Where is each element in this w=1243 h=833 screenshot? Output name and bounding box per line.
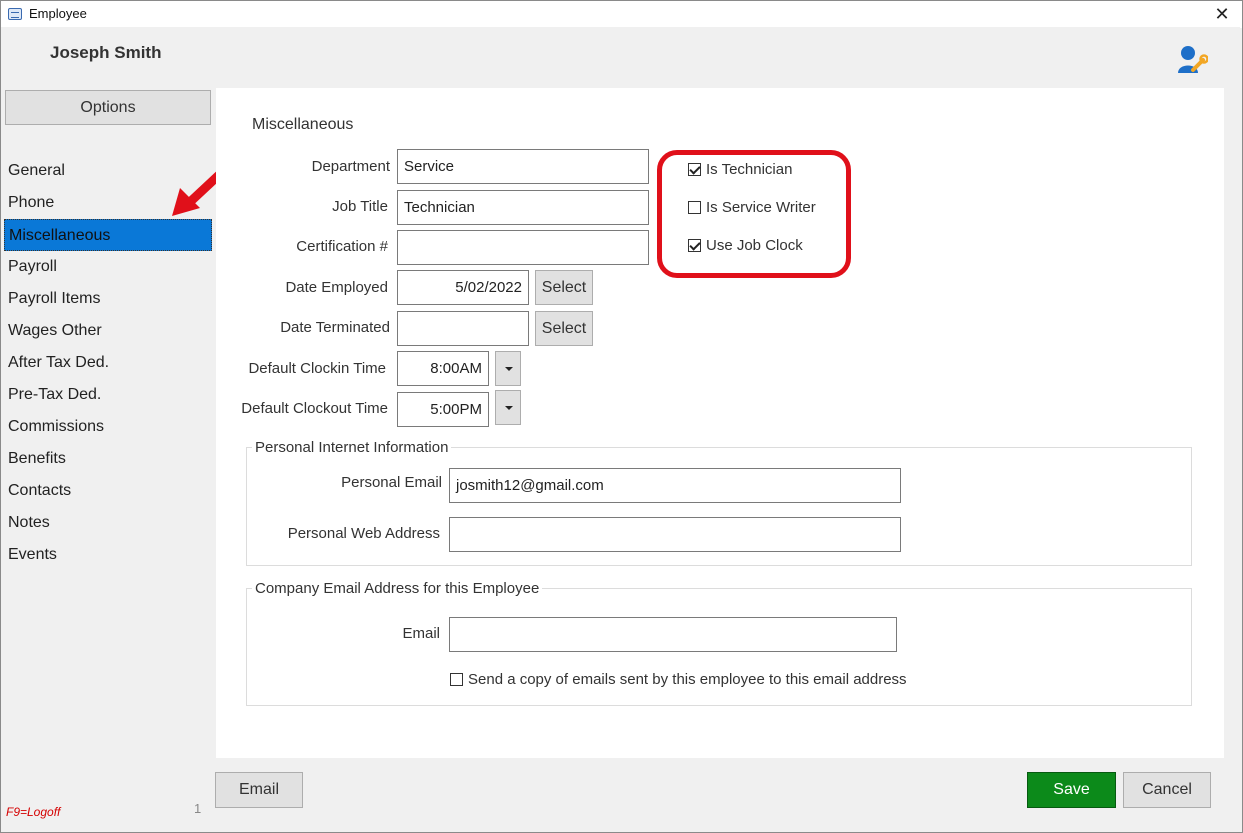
window-title: Employee [29, 6, 87, 21]
logoff-hint: F9=Logoff [6, 805, 61, 819]
employee-name: Joseph Smith [50, 43, 162, 62]
checkbox-unchecked-icon[interactable] [450, 673, 463, 686]
clockout-label: Default Clockout Time [241, 400, 388, 417]
job-title-label: Job Title [332, 198, 388, 215]
sidebar-item-miscellaneous[interactable]: Miscellaneous [4, 219, 212, 251]
sidebar-item-notes[interactable]: Notes [4, 507, 212, 539]
clockin-dropdown-icon[interactable] [495, 351, 521, 386]
date-employed-field[interactable]: 5/02/2022 [397, 270, 529, 305]
send-copy-label: Send a copy of emails sent by this emplo… [468, 671, 907, 688]
sidebar-item-wages-other[interactable]: Wages Other [4, 315, 212, 347]
clockout-dropdown-icon[interactable] [495, 390, 521, 425]
department-label: Department [311, 158, 390, 175]
sidebar-item-after-tax-ded[interactable]: After Tax Ded. [4, 347, 212, 379]
personal-web-label: Personal Web Address [287, 525, 440, 542]
red-highlight-annotation [657, 150, 851, 278]
clockin-label: Default Clockin Time [248, 360, 386, 377]
date-employed-select-button[interactable]: Select [535, 270, 593, 305]
sidebar-item-payroll-items[interactable]: Payroll Items [4, 283, 212, 315]
page-number: 1 [194, 801, 202, 816]
sidebar-item-payroll[interactable]: Payroll [4, 251, 212, 283]
sidebar-item-commissions[interactable]: Commissions [4, 411, 212, 443]
company-email-field[interactable] [449, 617, 897, 652]
sidebar-item-contacts[interactable]: Contacts [4, 475, 212, 507]
job-title-field[interactable]: Technician [397, 190, 649, 225]
personal-email-field[interactable]: josmith12@gmail.com [449, 468, 901, 503]
company-email-label: Email [402, 625, 440, 642]
date-terminated-label: Date Terminated [280, 319, 390, 336]
window-icon [8, 8, 22, 20]
email-button[interactable]: Email [215, 772, 303, 808]
options-button[interactable]: Options [5, 90, 211, 125]
certification-field[interactable] [397, 230, 649, 265]
certification-label: Certification # [296, 238, 388, 255]
clockout-field[interactable]: 5:00PM [397, 392, 489, 427]
header [1, 27, 1240, 85]
personal-web-field[interactable] [449, 517, 901, 552]
save-button[interactable]: Save [1027, 772, 1116, 808]
personal-email-label: Personal Email [341, 474, 442, 491]
clockin-field[interactable]: 8:00AM [397, 351, 489, 386]
sidebar-item-benefits[interactable]: Benefits [4, 443, 212, 475]
sidebar-item-pre-tax-ded[interactable]: Pre-Tax Ded. [4, 379, 212, 411]
company-email-group-title: Company Email Address for this Employee [252, 580, 543, 597]
section-title: Miscellaneous [252, 116, 354, 133]
date-terminated-field[interactable] [397, 311, 529, 346]
personal-internet-group-title: Personal Internet Information [252, 439, 452, 456]
user-tools-icon[interactable] [1176, 44, 1208, 74]
sidebar-item-events[interactable]: Events [4, 539, 212, 571]
date-terminated-select-button[interactable]: Select [535, 311, 593, 346]
close-icon[interactable]: ✕ [1207, 1, 1237, 28]
date-employed-label: Date Employed [285, 279, 388, 296]
department-field[interactable]: Service [397, 149, 649, 184]
title-bar: Employee ✕ [1, 1, 1242, 28]
cancel-button[interactable]: Cancel [1123, 772, 1211, 808]
